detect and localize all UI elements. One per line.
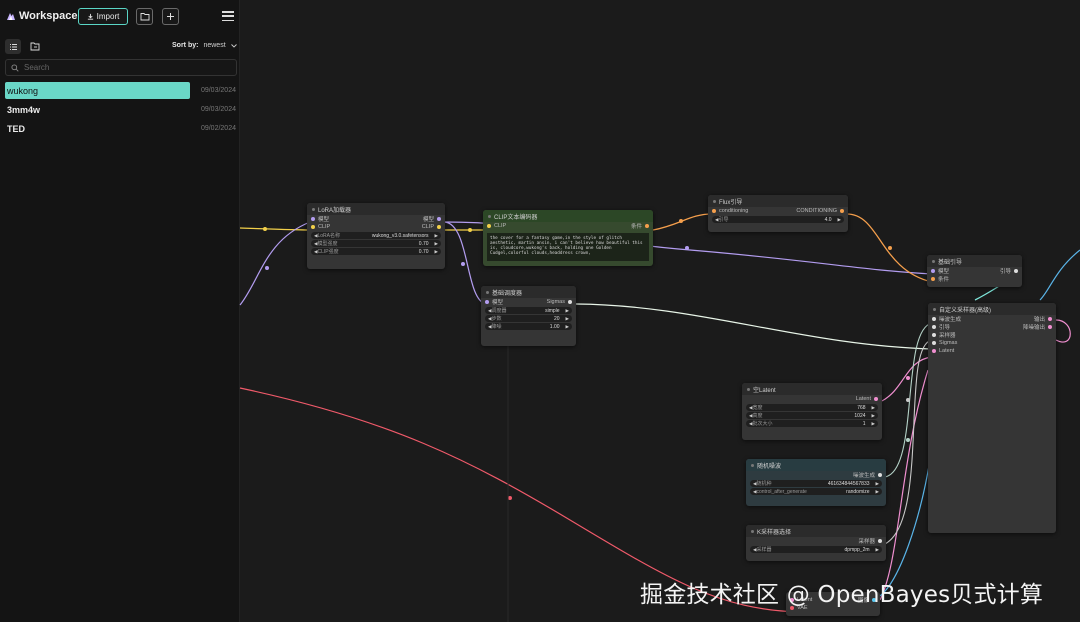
output-slot[interactable]: 模型	[423, 215, 441, 223]
link-latent	[1055, 319, 1071, 343]
link-output	[1039, 249, 1080, 301]
new-workflow-button[interactable]	[162, 8, 179, 25]
import-icon	[87, 13, 93, 20]
output-slot[interactable]: 输出	[1034, 315, 1052, 323]
input-slot[interactable]: conditioning	[712, 208, 748, 214]
link-model	[239, 221, 311, 306]
output-slot[interactable]: 采样器	[858, 537, 882, 545]
output-slot[interactable]: 降噪输出	[1023, 323, 1052, 331]
clip-strength-widget[interactable]: ◀ CLIP强度 0.70 ▶	[311, 248, 441, 255]
import-label: Import	[96, 12, 120, 21]
import-button[interactable]: Import	[78, 8, 128, 25]
app-title: Workspace	[19, 10, 78, 22]
workflow-date: 09/03/2024	[200, 106, 236, 113]
output-slot[interactable]: 噪波生成	[853, 471, 882, 479]
input-slot[interactable]: 引导	[932, 323, 950, 331]
watermark: 掘金技术社区 @ OpenBayes贝式计算	[640, 582, 1044, 608]
input-slot[interactable]: 条件	[931, 275, 949, 283]
input-slot[interactable]: 采样器	[932, 331, 956, 339]
node-title: 基础引导	[938, 259, 963, 266]
width-widget[interactable]: ◀ 宽度 768 ▶	[746, 404, 878, 411]
workflow-name: TED	[7, 123, 25, 134]
workflow-item[interactable]: 3mm4w 09/03/2024	[5, 101, 237, 118]
output-slot[interactable]: Sigmas	[547, 299, 572, 305]
folder-tree-icon	[30, 42, 40, 51]
node-title: 空Latent	[753, 387, 776, 394]
chevron-down-icon	[230, 43, 237, 48]
model-strength-widget[interactable]: ◀ 模型强度 0.70 ▶	[311, 240, 441, 247]
workflow-date: 09/03/2024	[200, 87, 236, 94]
link-model	[444, 221, 487, 305]
batch-size-widget[interactable]: ◀ 批次大小 1 ▶	[746, 420, 878, 427]
open-folder-button[interactable]	[136, 8, 153, 25]
sort-label: Sort by:	[172, 42, 199, 49]
scheduler-widget[interactable]: ◀ 调度器 simple ▶	[485, 307, 572, 314]
prompt-textarea[interactable]: the cover for a fantasy game,in the styl…	[487, 233, 649, 261]
logo-icon	[7, 13, 15, 20]
input-slot[interactable]: CLIP	[311, 224, 330, 230]
node-empty-latent[interactable]: 空Latent Latent ◀ 宽度 768 ▶ ◀ 高度 1024 ▶ ◀ 批次大小 1 ▶	[742, 383, 882, 440]
link-latent	[879, 356, 933, 403]
folder-icon	[140, 13, 149, 21]
sampler-name-widget[interactable]: ◀ 采样器 dpmpp_2m ▶	[750, 546, 882, 553]
input-slot[interactable]: 模型	[485, 298, 503, 306]
steps-widget[interactable]: ◀ 步数 20 ▶	[485, 315, 572, 322]
search-input[interactable]	[24, 63, 224, 72]
menu-button[interactable]	[220, 9, 236, 23]
node-ksampler-select[interactable]: K采样器选择 采样器 ◀ 采样器 dpmpp_2m ▶	[746, 525, 886, 561]
node-flux-guidance[interactable]: Flux引导 conditioning CONDITIONING ◀ 引导 4.0 ▶	[708, 195, 848, 232]
workflow-name: wukong	[5, 82, 190, 99]
output-slot[interactable]: CLIP	[422, 224, 441, 230]
link-clip	[239, 227, 311, 231]
folder-view-button[interactable]	[27, 39, 43, 54]
denoise-widget[interactable]: ◀ 降噪 1.00 ▶	[485, 323, 572, 330]
node-custom-sampler[interactable]: 自定义采样器(高级) 噪波生成 输出 引导 降噪输出 采样器 Sigmas La…	[928, 303, 1056, 533]
input-slot[interactable]: CLIP	[487, 223, 506, 229]
sort-value: newest	[203, 42, 226, 49]
search-box	[5, 59, 237, 76]
workflow-name: 3mm4w	[7, 104, 41, 115]
seed-widget[interactable]: ◀ 随机种 461634844567833 ▶	[750, 480, 882, 487]
node-title: Flux引导	[719, 199, 743, 206]
plus-icon	[167, 13, 174, 20]
node-random-noise[interactable]: 随机噪波 噪波生成 ◀ 随机种 461634844567833 ▶ ◀ control_…	[746, 459, 886, 506]
input-slot[interactable]: Sigmas	[932, 340, 957, 346]
control-after-generate-widget[interactable]: ◀ control_after_generate randomize ▶	[750, 488, 882, 495]
node-canvas[interactable]: LoRA加载器 模型 模型 CLIP CLIP ◀ LoRA名称 wukong_v3…	[239, 0, 1080, 622]
node-title: 基础调度器	[492, 290, 523, 297]
node-title: 随机噪波	[757, 463, 782, 470]
node-title: K采样器选择	[757, 529, 792, 536]
output-slot[interactable]: 条件	[631, 222, 649, 230]
node-clip-text-encoder[interactable]: CLIP文本编码器 CLIP 条件 the cover for a fantas…	[483, 210, 653, 266]
input-slot[interactable]: 模型	[931, 267, 949, 275]
input-slot[interactable]: Latent	[932, 348, 954, 354]
link-latent	[879, 369, 929, 601]
list-view-button[interactable]	[5, 39, 21, 54]
output-slot[interactable]: Latent	[856, 396, 878, 402]
output-slot[interactable]: CONDITIONING	[796, 208, 844, 214]
node-title: CLIP文本编码器	[494, 214, 538, 221]
node-basic-guider[interactable]: 基础引导 模型 引导 条件	[927, 255, 1022, 287]
link-sigmas	[575, 303, 933, 350]
sort-control[interactable]: Sort by: newest	[172, 42, 237, 49]
input-slot[interactable]: 模型	[311, 215, 329, 223]
link-sampler	[884, 339, 933, 545]
search-icon	[11, 63, 19, 72]
node-lora-loader[interactable]: LoRA加载器 模型 模型 CLIP CLIP ◀ LoRA名称 wukong_v3…	[307, 203, 445, 269]
workflow-date: 09/02/2024	[200, 125, 236, 132]
lora-name-widget[interactable]: ◀ LoRA名称 wukong_v3.0.safetensors ▶	[311, 232, 441, 239]
node-title: LoRA加载器	[318, 207, 352, 214]
input-slot[interactable]: 噪波生成	[932, 315, 961, 323]
node-title: 自定义采样器(高级)	[939, 307, 991, 314]
guidance-widget[interactable]: ◀ 引导 4.0 ▶	[712, 216, 844, 223]
output-slot[interactable]: 引导	[1000, 267, 1018, 275]
workflow-sidebar: Workspace Import Sort by: newest Search …	[0, 0, 240, 622]
node-basic-scheduler[interactable]: 基础调度器 模型 Sigmas ◀ 调度器 simple ▶ ◀ 步数 20 ▶ ◀ 降噪 1.…	[481, 286, 576, 346]
app-logo: Workspace	[6, 10, 78, 22]
workflow-item[interactable]: wukong 09/03/2024	[5, 82, 237, 99]
height-widget[interactable]: ◀ 高度 1024 ▶	[746, 412, 878, 419]
workflow-item[interactable]: TED 09/02/2024	[5, 120, 237, 137]
hamburger-icon	[222, 11, 234, 13]
list-icon	[9, 43, 17, 50]
